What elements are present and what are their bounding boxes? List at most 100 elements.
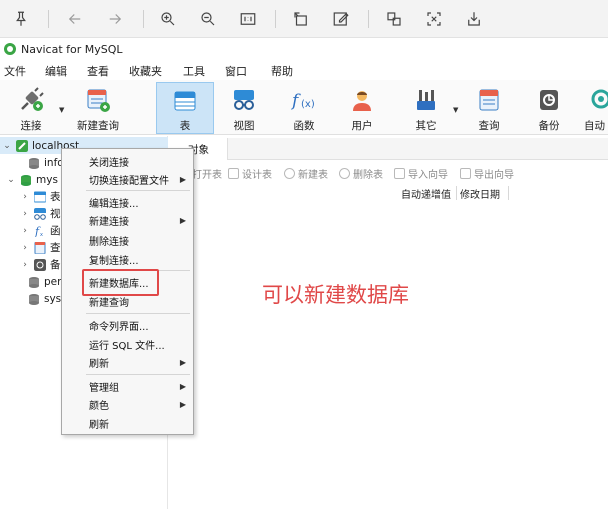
- submenu-arrow-icon: ▶: [179, 215, 186, 225]
- chevron-right-icon[interactable]: ›: [20, 192, 30, 202]
- tree-database-info[interactable]: info: [14, 154, 64, 171]
- chevron-right-icon[interactable]: ›: [20, 226, 30, 236]
- menu-help[interactable]: 帮助: [271, 63, 293, 79]
- tree-node-queries[interactable]: › 查: [20, 239, 61, 256]
- view-button[interactable]: 视图: [222, 82, 266, 134]
- user-button[interactable]: 用户: [340, 82, 384, 134]
- submenu-arrow-icon: ▶: [179, 399, 186, 409]
- function-icon: fx: [34, 225, 43, 237]
- chevron-right-icon[interactable]: ›: [20, 260, 30, 270]
- menu-refresh[interactable]: 刷新: [62, 414, 193, 432]
- chevron-right-icon[interactable]: ›: [20, 209, 30, 219]
- other-button[interactable]: 其它: [404, 82, 448, 134]
- toolbar-divider: [48, 10, 49, 28]
- table-label: 表: [179, 120, 191, 132]
- menu-color[interactable]: 颜色 ▶: [62, 395, 193, 413]
- export-wizard-button[interactable]: 导出向导: [460, 166, 514, 181]
- function-label: 函数: [293, 120, 315, 132]
- table-icon: [34, 191, 46, 202]
- import-wizard-button[interactable]: 导入向导: [394, 166, 448, 181]
- menu-view[interactable]: 查看: [87, 63, 109, 79]
- actual-size-icon[interactable]: [236, 7, 260, 31]
- navicat-logo-icon: [4, 43, 16, 55]
- zoom-out-icon[interactable]: [196, 7, 220, 31]
- pin-icon[interactable]: [9, 7, 33, 31]
- forward-icon[interactable]: [103, 7, 127, 31]
- database-icon: [29, 293, 39, 305]
- tree-database-mys[interactable]: ⌄ mys: [6, 171, 58, 188]
- toolbar-divider: [143, 10, 144, 28]
- menu-file[interactable]: 文件: [4, 63, 26, 79]
- column-header-modified-date[interactable]: 修改日期: [460, 186, 500, 201]
- backup-button[interactable]: 备份: [527, 82, 571, 134]
- menu-run-sql-file[interactable]: 运行 SQL 文件...: [62, 335, 193, 353]
- backup-icon: [34, 258, 46, 271]
- other-dropdown-icon[interactable]: ▼: [453, 106, 458, 114]
- back-icon[interactable]: [63, 7, 87, 31]
- menu-favorites[interactable]: 收藏夹: [129, 63, 162, 79]
- menu-switch-profile[interactable]: 切换连接配置文件 ▶: [62, 170, 193, 188]
- automation-label: 自动: [584, 120, 605, 132]
- rotate-icon[interactable]: [289, 7, 313, 31]
- fullscreen-icon[interactable]: [422, 7, 446, 31]
- function-button[interactable]: f (x) 函数: [282, 82, 326, 134]
- view-icon: [229, 86, 259, 114]
- tree-label: 函: [50, 225, 61, 237]
- menu-edit-connection[interactable]: 编辑连接...: [62, 193, 193, 211]
- edit-icon[interactable]: [329, 7, 353, 31]
- delete-table-button[interactable]: 删除表: [339, 166, 383, 181]
- menu-delete-connection[interactable]: 删除连接: [62, 231, 193, 249]
- menu-new-connection[interactable]: 新建连接 ▶: [62, 211, 193, 229]
- query-button[interactable]: 查询: [467, 82, 511, 134]
- svg-text:f: f: [290, 91, 301, 111]
- menu-window[interactable]: 窗口: [225, 63, 247, 79]
- chevron-down-icon[interactable]: ⌄: [6, 175, 16, 185]
- menu-console[interactable]: 命令列界面...: [62, 316, 193, 334]
- crop-icon[interactable]: [382, 7, 406, 31]
- ribbon-toolbar: 连接 ▼ 新建查询 表 视图 f (x) 函数 用户 其它 ▼ 查询 备份 自动: [0, 80, 608, 135]
- submenu-arrow-icon: ▶: [179, 357, 186, 367]
- menu-refresh-submenu[interactable]: 刷新 ▶: [62, 353, 193, 371]
- new-table-button[interactable]: 新建表: [284, 166, 328, 181]
- column-header-auto-increment[interactable]: 自动递增值: [401, 186, 451, 201]
- connect-label: 连接: [20, 120, 42, 132]
- chevron-right-icon[interactable]: ›: [20, 243, 30, 253]
- column-divider: [456, 186, 457, 200]
- new-query-button[interactable]: 新建查询: [72, 82, 124, 134]
- table-button[interactable]: 表: [156, 82, 214, 134]
- tree-database-sys[interactable]: sys: [14, 290, 61, 307]
- import-icon: [394, 168, 405, 179]
- menu-edit[interactable]: 编辑: [45, 63, 67, 79]
- zoom-in-icon[interactable]: [156, 7, 180, 31]
- tree-label: mys: [36, 173, 58, 186]
- design-table-button[interactable]: 设计表: [228, 166, 272, 181]
- svg-text:(x): (x): [301, 99, 315, 110]
- menu-close-connection[interactable]: 关闭连接: [62, 152, 193, 170]
- svg-text:x: x: [40, 232, 43, 237]
- menu-manage-group[interactable]: 管理组 ▶: [62, 377, 193, 395]
- minus-icon: [339, 168, 350, 179]
- tree-node-views[interactable]: › 视: [20, 205, 61, 222]
- save-icon[interactable]: [462, 7, 486, 31]
- pencil-icon: [228, 168, 239, 179]
- view-icon: [34, 207, 46, 220]
- connect-dropdown-icon[interactable]: ▼: [59, 106, 64, 114]
- tree-node-functions[interactable]: › fx 函: [20, 222, 61, 239]
- tree-label: sys: [44, 292, 62, 305]
- export-icon: [460, 168, 471, 179]
- query-icon: [34, 241, 46, 254]
- tree-database-per[interactable]: per: [14, 273, 61, 290]
- annotation-text: 可以新建数据库: [262, 283, 409, 307]
- connect-button[interactable]: 连接: [8, 82, 54, 134]
- toolbar-divider: [368, 10, 369, 28]
- tree-node-backups[interactable]: › 备: [20, 256, 61, 273]
- viewer-toolbar: [0, 0, 608, 38]
- menu-copy-connection[interactable]: 复制连接...: [62, 250, 193, 268]
- menu-tools[interactable]: 工具: [183, 63, 205, 79]
- chevron-down-icon[interactable]: ⌄: [2, 141, 12, 151]
- tree-label: 表: [50, 191, 61, 203]
- automation-button[interactable]: 自动: [584, 82, 608, 134]
- backup-label: 备份: [538, 120, 560, 132]
- tree-node-tables[interactable]: › 表: [20, 188, 61, 205]
- open-table-button[interactable]: 打开表: [192, 166, 222, 181]
